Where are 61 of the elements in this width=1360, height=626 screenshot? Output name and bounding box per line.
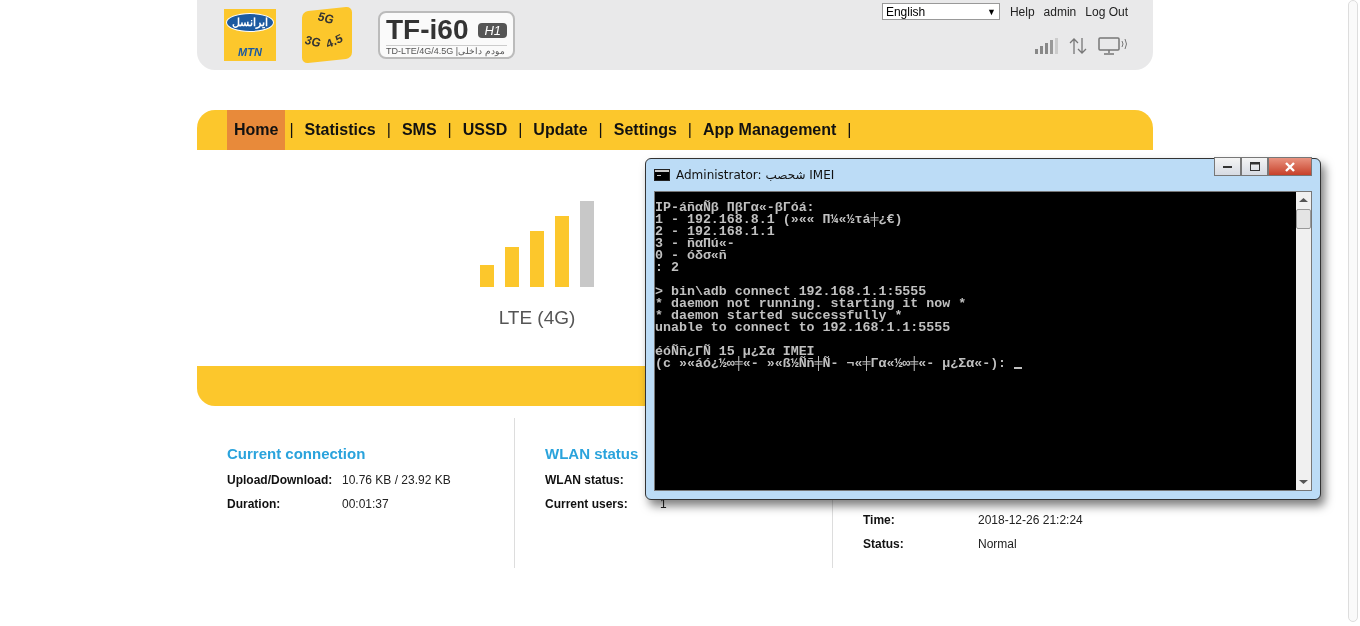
field-label: WLAN status:	[545, 473, 625, 487]
separator: |	[517, 121, 524, 139]
field-value: Normal	[978, 537, 1017, 551]
console-icon	[654, 169, 670, 181]
nav-tab[interactable]: Settings	[606, 110, 684, 150]
console-line: 1 - 192.168.8.1 (»«« Π¼«½τá╪¿€)	[655, 214, 904, 226]
network-type: LTE (4G)	[498, 307, 576, 329]
separator: |	[597, 121, 604, 139]
nav-tab[interactable]: Statistics	[297, 110, 383, 150]
field-label: Status:	[863, 537, 905, 551]
console-line: * daemon not running. starting it now *	[655, 298, 968, 310]
console-line: 3 - ñαΠú«-	[655, 238, 736, 250]
field-value: 00:01:37	[342, 497, 389, 511]
console-line: 0 - óδσ«ñ	[655, 250, 728, 262]
scroll-thumb[interactable]	[1296, 209, 1311, 229]
console-scrollbar[interactable]	[1296, 192, 1311, 490]
field-label: Duration:	[227, 497, 282, 511]
scroll-up-icon[interactable]	[1299, 197, 1308, 203]
console-line: * daemon started successfully *	[655, 310, 903, 322]
field-label: Upload/Download:	[227, 473, 334, 487]
nav-tab[interactable]: App Management	[696, 110, 844, 150]
nav-tab[interactable]: SMS	[394, 110, 444, 150]
separator: |	[686, 121, 693, 139]
field-value: 10.76 KB / 23.92 KB	[342, 473, 451, 487]
nav-tab[interactable]: Home	[227, 110, 286, 150]
minimize-button[interactable]	[1214, 157, 1241, 176]
separator: |	[446, 121, 453, 139]
transfer-arrows-icon	[1068, 36, 1088, 56]
separator: |	[288, 121, 295, 139]
console-line: (c »«áó¿½∞╪«- »«ß½Ññ╪Ñ- ¬«╪Γα«½∞╪«- µ¿Σα«-):	[655, 358, 1296, 370]
console-line: 2 - 192.168.1.1	[655, 226, 776, 238]
signal-icon	[1034, 38, 1058, 54]
close-icon	[1284, 161, 1296, 172]
header-link[interactable]: Help	[1009, 4, 1035, 19]
console-line: > bin\adb connect 192.168.1.1:5555	[655, 286, 928, 298]
maximize-button[interactable]	[1241, 157, 1268, 176]
separator: |	[846, 121, 853, 139]
scrollbar[interactable]	[1348, 0, 1358, 622]
field-label: Time:	[863, 513, 896, 527]
console-line: IP-áñαÑβ ΠβΓα«-βΓóá:	[655, 202, 816, 214]
scroll-down-icon[interactable]	[1299, 479, 1308, 485]
minimize-icon	[1223, 165, 1232, 168]
section-title: Current connection	[227, 445, 367, 462]
header-link[interactable]: admin	[1043, 4, 1077, 19]
signal-strength-icon	[480, 201, 594, 287]
window-title: Administrator: شحصب IMEI	[676, 168, 835, 182]
close-button[interactable]	[1268, 157, 1312, 176]
field-value: 2018-12-26 21:2:24	[978, 513, 1083, 527]
section-title: WLAN status	[545, 445, 640, 462]
text-cursor	[1014, 367, 1023, 369]
console-line: : 2	[655, 262, 680, 274]
nav-tab[interactable]: USSD	[455, 110, 515, 150]
header-link[interactable]: Log Out	[1085, 4, 1128, 19]
monitor-icon	[1098, 37, 1128, 55]
console-line: unable to connect to 192.168.1.1:5555	[655, 322, 952, 334]
field-label: Current users:	[545, 497, 629, 511]
separator: |	[385, 121, 392, 139]
network-badge: 5G 3G 4.5	[302, 6, 352, 64]
language-select[interactable]: English ▼	[881, 3, 1000, 20]
maximize-icon	[1249, 162, 1260, 171]
nav-tab[interactable]: Update	[526, 110, 595, 150]
